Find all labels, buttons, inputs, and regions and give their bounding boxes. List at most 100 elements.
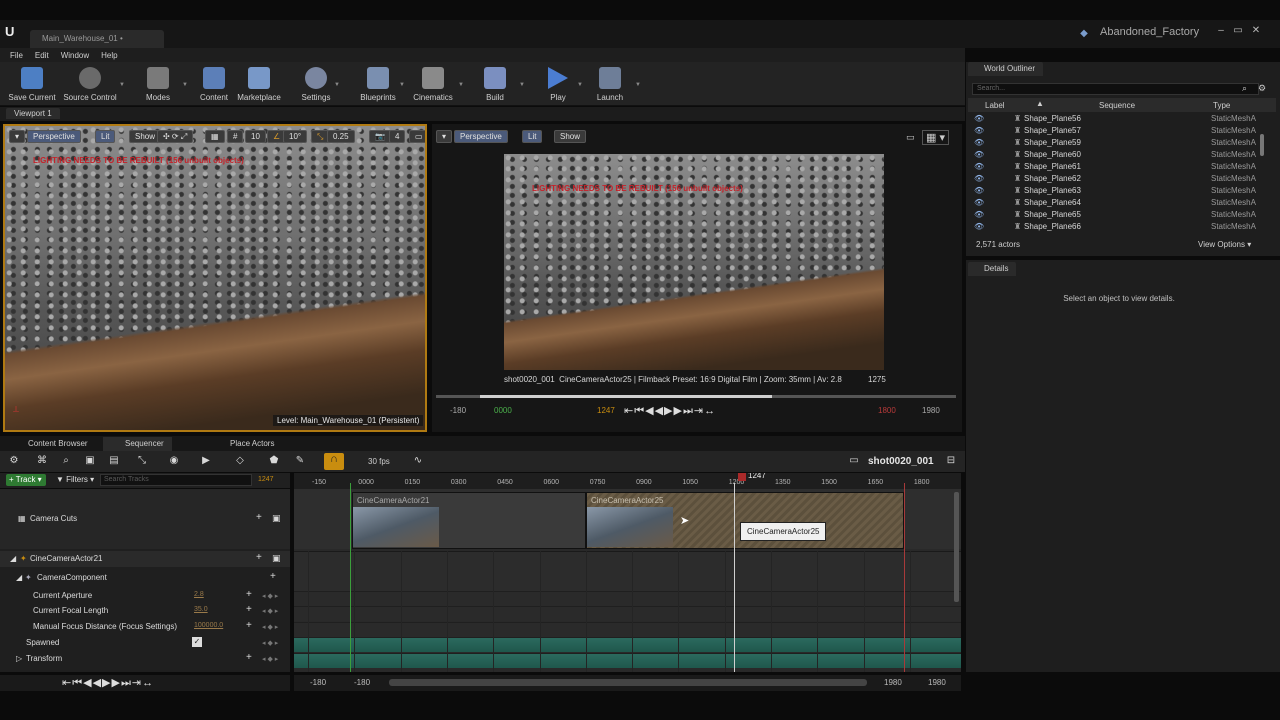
- key-nav-icon[interactable]: ◂ ◆ ▸: [262, 592, 278, 600]
- track-value[interactable]: 35.0: [194, 606, 208, 613]
- source-control-button[interactable]: Source Control: [61, 64, 119, 104]
- level-tab[interactable]: Main_Warehouse_01 •: [30, 30, 164, 48]
- cinematics-button[interactable]: Cinematics: [404, 64, 462, 104]
- cinematics-dropdown-icon[interactable]: ▼: [458, 82, 464, 88]
- view-range-end[interactable]: 1980: [928, 678, 946, 687]
- tab-sequencer[interactable]: Sequencer: [103, 437, 172, 451]
- key-nav-icon[interactable]: ◂ ◆ ▸: [262, 607, 278, 615]
- find-in-browser-icon[interactable]: ⌕: [60, 455, 72, 467]
- outliner-row[interactable]: 👁 ♜ Shape_Plane64 StaticMeshA: [970, 198, 1260, 210]
- visibility-eye-icon[interactable]: 👁: [974, 222, 984, 231]
- outliner-row[interactable]: 👁 ♜ Shape_Plane57 StaticMeshA: [970, 126, 1260, 138]
- rotation-snap-value[interactable]: 10°: [283, 130, 308, 143]
- search-tracks-input[interactable]: Search Tracks: [100, 474, 252, 486]
- search-icon[interactable]: ⌕: [1242, 83, 1247, 94]
- camera-icon[interactable]: ▣: [272, 513, 281, 524]
- transform-tools-icon[interactable]: ✣ ⟳ ⤢: [157, 130, 194, 143]
- grid-snap-value[interactable]: 10: [245, 130, 266, 143]
- unreal-logo-icon[interactable]: U: [5, 24, 23, 42]
- perspective-button[interactable]: Perspective: [454, 130, 508, 143]
- lit-button[interactable]: Lit: [522, 130, 543, 143]
- close-icon[interactable]: ✕: [1250, 25, 1262, 36]
- view-range-start[interactable]: -180: [310, 678, 326, 687]
- sequence-name[interactable]: shot0020_001: [868, 456, 934, 467]
- track-spawned[interactable]: Spawned ✓ ◂ ◆ ▸: [0, 635, 290, 651]
- key-nav-icon[interactable]: ◂ ◆ ▸: [262, 655, 278, 663]
- viewport-options-icon[interactable]: ▾: [436, 130, 453, 143]
- expand-icon[interactable]: ◢: [16, 573, 22, 582]
- launch-button[interactable]: Launch: [581, 64, 639, 104]
- playhead-marker[interactable]: [738, 473, 746, 481]
- add-key-icon[interactable]: +: [246, 589, 252, 600]
- camera-speed-icon[interactable]: 📷: [369, 130, 391, 143]
- build-dropdown-icon[interactable]: ▼: [519, 82, 525, 88]
- add-icon[interactable]: +: [270, 571, 276, 582]
- sequencer-timeline[interactable]: -150 0000 0150 0300 0450 0600 0750 0900 1050 1200…: [294, 473, 961, 672]
- add-icon[interactable]: +: [256, 552, 262, 563]
- outliner-row[interactable]: 👁 ♜ Shape_Plane60 StaticMeshA: [970, 150, 1260, 162]
- menu-window[interactable]: Window: [61, 51, 89, 60]
- timeline-vertical-scrollbar[interactable]: [954, 492, 959, 602]
- save-sequence-icon[interactable]: ⌘: [36, 455, 48, 467]
- visibility-eye-icon[interactable]: 👁: [974, 186, 984, 195]
- add-icon[interactable]: +: [256, 512, 262, 523]
- folder-icon[interactable]: ▭: [848, 455, 860, 467]
- col-label-header[interactable]: Label: [985, 101, 1005, 110]
- track-value[interactable]: 2.8: [194, 591, 204, 598]
- maximize-viewport-icon[interactable]: ▭: [409, 130, 425, 143]
- visibility-eye-icon[interactable]: 👁: [974, 174, 984, 183]
- left-viewport[interactable]: ▾ Perspective Lit Show ✣ ⟳ ⤢ ▦ # 10 ∠ 10…: [3, 124, 427, 432]
- playback-start-marker[interactable]: [350, 483, 351, 672]
- save-current-button[interactable]: Save Current: [3, 64, 61, 104]
- menu-edit[interactable]: Edit: [35, 51, 49, 60]
- visibility-eye-icon[interactable]: 👁: [974, 198, 984, 207]
- view-options-icon[interactable]: ◉: [168, 455, 180, 467]
- sequencer-settings-icon[interactable]: ⚙: [8, 455, 20, 467]
- visibility-eye-icon[interactable]: 👁: [974, 210, 984, 219]
- track-camera-cuts[interactable]: ▦ Camera Cuts + ▣: [0, 489, 290, 549]
- fps-dropdown[interactable]: 30 fps: [368, 457, 390, 466]
- camera-speed-value[interactable]: 4: [389, 130, 406, 143]
- menu-help[interactable]: Help: [101, 51, 117, 60]
- view-options-button[interactable]: View Options ▾: [1198, 240, 1251, 249]
- outliner-row[interactable]: 👁 ♜ Shape_Plane66 StaticMeshA: [970, 222, 1260, 234]
- col-sequence-header[interactable]: Sequence: [1099, 101, 1135, 110]
- cinematic-transport-controls[interactable]: ⇤⏮◀◀▶▶⏭⇥↔: [624, 404, 716, 418]
- outliner-row[interactable]: 👁 ♜ Shape_Plane62 StaticMeshA: [970, 174, 1260, 186]
- outliner-row[interactable]: 👁 ♜ Shape_Plane65 StaticMeshA: [970, 210, 1260, 222]
- track-camera-component[interactable]: ◢ ✦ CameraComponent +: [0, 570, 290, 586]
- edit-tools-icon[interactable]: ⤡: [136, 455, 148, 467]
- playhead-line[interactable]: [734, 483, 735, 672]
- playback-end-marker[interactable]: [904, 483, 905, 672]
- layout-icon[interactable]: ▦ ▾: [922, 130, 949, 145]
- lit-button[interactable]: Lit: [95, 130, 116, 143]
- sort-arrow-icon[interactable]: ▲: [1036, 99, 1044, 108]
- outliner-row[interactable]: 👁 ♜ Shape_Plane63 StaticMeshA: [970, 186, 1260, 198]
- tab-content-browser[interactable]: Content Browser: [6, 437, 96, 451]
- add-key-icon[interactable]: +: [246, 620, 252, 631]
- visibility-eye-icon[interactable]: 👁: [974, 138, 984, 147]
- viewport-options-icon[interactable]: ▾: [9, 130, 26, 143]
- track-value[interactable]: 100000.0: [194, 622, 223, 629]
- visibility-eye-icon[interactable]: 👁: [974, 162, 984, 171]
- visibility-eye-icon[interactable]: 👁: [974, 114, 984, 123]
- key-nav-icon[interactable]: ◂ ◆ ▸: [262, 639, 278, 647]
- filters-button[interactable]: ▼ Filters ▾: [56, 475, 94, 484]
- lock-icon[interactable]: ⊟: [945, 455, 957, 467]
- timeline-horizontal-scrollbar[interactable]: [389, 679, 867, 686]
- track-transform[interactable]: ▷ Transform + ◂ ◆ ▸: [0, 651, 290, 667]
- outliner-row[interactable]: 👁 ♜ Shape_Plane56 StaticMeshA: [970, 114, 1260, 126]
- world-outliner-tab[interactable]: World Outliner: [968, 62, 1043, 76]
- playback-options-icon[interactable]: ▶: [200, 455, 212, 467]
- current-frame-field[interactable]: 1247: [258, 476, 274, 483]
- minimize-icon[interactable]: –: [1215, 25, 1227, 36]
- outliner-row[interactable]: 👁 ♜ Shape_Plane61 StaticMeshA: [970, 162, 1260, 174]
- cinematic-scrub-bar[interactable]: [436, 395, 956, 398]
- settings-dropdown-icon[interactable]: ▼: [334, 82, 340, 88]
- expand-icon[interactable]: ▷: [16, 654, 22, 663]
- track-focal-length[interactable]: Current Focal Length 35.0 + ◂ ◆ ▸: [0, 603, 290, 619]
- maximize-icon[interactable]: ▭: [1232, 25, 1244, 36]
- shot-section-1[interactable]: CineCameraActor21: [352, 492, 586, 549]
- key-nav-icon[interactable]: ◂ ◆ ▸: [262, 623, 278, 631]
- add-key-icon[interactable]: +: [246, 604, 252, 615]
